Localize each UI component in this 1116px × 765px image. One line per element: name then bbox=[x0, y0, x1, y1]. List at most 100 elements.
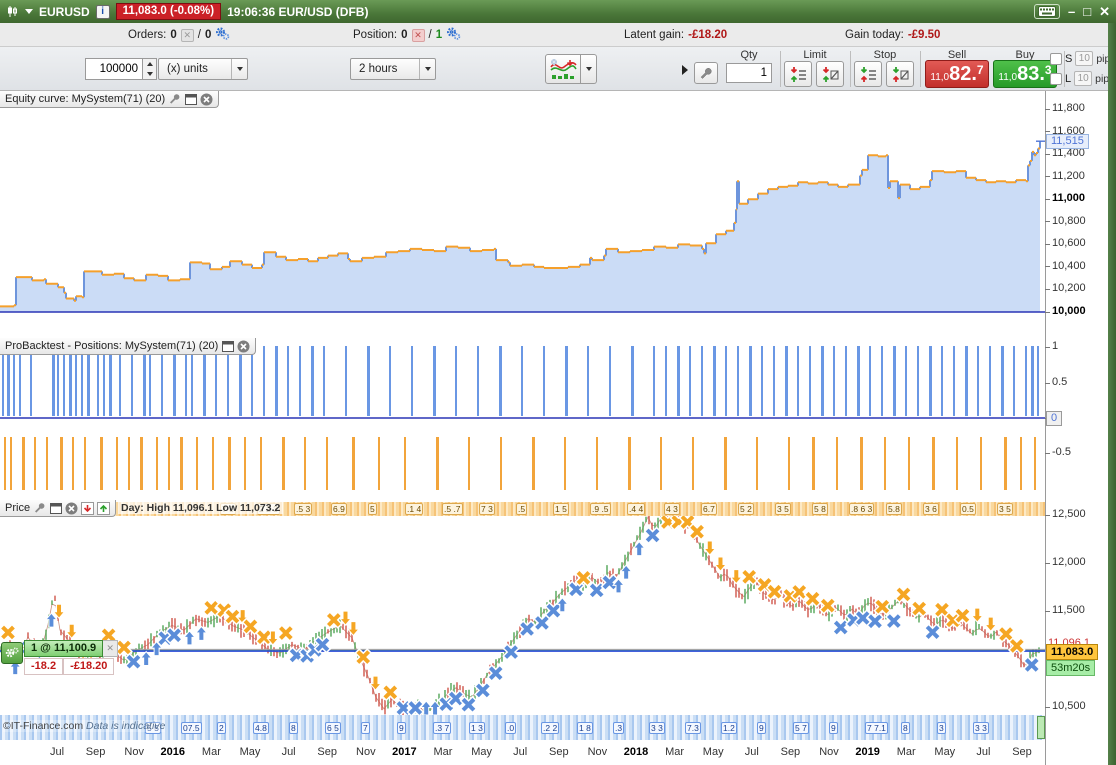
stop-order-button-2[interactable] bbox=[886, 61, 914, 87]
gain-today-label: Gain today: bbox=[845, 29, 904, 41]
trade-pips-token: 3 3 bbox=[973, 722, 989, 734]
orders-open-count: 0 bbox=[170, 29, 177, 41]
trade-result-token: 3 5 bbox=[775, 503, 791, 515]
qty-input[interactable] bbox=[726, 63, 772, 83]
buy-shortcut-icon[interactable] bbox=[97, 501, 111, 515]
time-axis-label: Mar bbox=[201, 746, 221, 758]
order-settings-button[interactable] bbox=[694, 62, 718, 84]
title-bar: EURUSD i 11,083.0 (-0.08%) 19:06:36 EUR/… bbox=[0, 0, 1116, 23]
close-panel-icon[interactable] bbox=[237, 340, 250, 353]
trade-result-token: .1 4 bbox=[405, 503, 424, 515]
trade-pips-token: .2 2 bbox=[541, 722, 560, 734]
keyboard-icon[interactable] bbox=[1034, 4, 1060, 19]
wrench-icon[interactable] bbox=[168, 93, 181, 106]
quantity-down-icon[interactable] bbox=[143, 69, 156, 79]
price-panel-tab[interactable]: Price bbox=[0, 500, 117, 517]
minimize-button[interactable]: – bbox=[1068, 5, 1075, 18]
stop-pips-value[interactable]: 10 bbox=[1075, 51, 1094, 66]
price-panel-title: Price bbox=[5, 502, 31, 514]
open-position-badge[interactable]: 1 @ 11,100.9 ✕ bbox=[24, 640, 119, 657]
equity-current-badge: 11,515 bbox=[1046, 134, 1089, 149]
trade-pips-token: .3 bbox=[613, 722, 625, 734]
position-close-icon[interactable]: ✕ bbox=[411, 28, 425, 42]
chart-style-icon bbox=[550, 59, 577, 79]
positions-axis-label: 0.5 bbox=[1052, 376, 1068, 388]
chart-style-caret[interactable] bbox=[581, 54, 597, 84]
trade-result-token: .9 .5 bbox=[590, 503, 611, 515]
equity-panel-tab[interactable]: Equity curve: MySystem(71) (20) bbox=[0, 91, 220, 108]
close-panel-icon[interactable] bbox=[65, 502, 78, 515]
stop-checkbox[interactable] bbox=[1050, 52, 1062, 65]
detach-window-icon[interactable] bbox=[49, 502, 62, 515]
close-button[interactable]: ✕ bbox=[1099, 5, 1110, 18]
time-axis-label: Sep bbox=[317, 746, 337, 758]
time-axis-label: Sep bbox=[780, 746, 801, 758]
open-pl-row: -18.2 -£18.20 bbox=[24, 658, 115, 675]
time-axis-label: 2016 bbox=[160, 746, 186, 758]
trade-result-token: .5 3 bbox=[294, 503, 313, 515]
orders-cancel-icon[interactable]: ✕ bbox=[180, 28, 194, 42]
latent-gain-label: Latent gain: bbox=[624, 29, 685, 41]
trade-result-token: 3 5 bbox=[997, 503, 1013, 515]
trade-pips-token: 1.2 bbox=[721, 722, 737, 734]
positions-chart[interactable] bbox=[0, 338, 1045, 500]
equity-chart[interactable] bbox=[0, 91, 1045, 338]
wrench-icon[interactable] bbox=[33, 502, 46, 515]
qty-label: Qty bbox=[740, 49, 758, 61]
time-axis-label: Sep bbox=[549, 746, 569, 758]
status-bar: Orders: 0 ✕ / 0 Position: 0 ✕ / 1 Latent… bbox=[0, 23, 1108, 47]
price-axis-label: 12,000 bbox=[1052, 556, 1086, 568]
gain-today-value: -£9.50 bbox=[907, 29, 941, 41]
time-axis-label: 2017 bbox=[392, 746, 417, 758]
position-label: Position: bbox=[353, 29, 398, 41]
close-position-icon[interactable]: ✕ bbox=[103, 640, 119, 657]
trade-pips-token: 9 bbox=[757, 722, 766, 734]
limit-order-button-2[interactable] bbox=[816, 61, 844, 87]
limit-checkbox[interactable] bbox=[1050, 72, 1062, 85]
trade-pips-token: 9 bbox=[829, 722, 838, 734]
trade-pips-token: .0 bbox=[505, 722, 517, 734]
chart-style-button[interactable] bbox=[545, 54, 581, 84]
timeframe-caret-icon bbox=[419, 59, 435, 79]
trade-pips-token: 5 7 bbox=[793, 722, 809, 734]
trade-pips-token: 6 5 bbox=[325, 722, 341, 734]
equity-axis-label: 10,600 bbox=[1052, 237, 1086, 250]
indicative-text: Data is indicative bbox=[86, 720, 166, 732]
close-panel-icon[interactable] bbox=[200, 93, 213, 106]
trade-result-token: 5 bbox=[368, 503, 377, 515]
trade-result-token: 5.8 bbox=[886, 503, 902, 515]
limit-pips-value[interactable]: 10 bbox=[1074, 71, 1093, 86]
positions-panel-tab[interactable]: ProBacktest - Positions: MySystem(71) (2… bbox=[0, 338, 257, 355]
time-axis-label: Nov bbox=[124, 746, 144, 758]
detach-window-icon[interactable] bbox=[221, 340, 234, 353]
time-axis-label: May bbox=[239, 746, 261, 758]
time-axis-label: Sep bbox=[1012, 746, 1032, 758]
timeframe-select[interactable]: 2 hours bbox=[350, 58, 436, 80]
sell-shortcut-icon[interactable] bbox=[81, 501, 95, 515]
gain-today-group: Gain today: -£9.50 bbox=[845, 23, 940, 47]
limit-order-button-1[interactable] bbox=[784, 61, 812, 87]
buy-button[interactable]: 11,0 83. 3 bbox=[993, 60, 1057, 88]
time-axis-label: Jul bbox=[744, 746, 759, 758]
trade-result-token: .8 6 3 bbox=[849, 503, 875, 515]
stop-order-button-1[interactable] bbox=[854, 61, 882, 87]
position-settings-icon[interactable] bbox=[446, 27, 461, 43]
info-button[interactable]: i bbox=[95, 4, 110, 19]
time-axis-label: 2018 bbox=[623, 746, 649, 758]
trade-result-token: 1 5 bbox=[553, 503, 569, 515]
stop-check-label: S bbox=[1065, 52, 1073, 65]
latent-gain-group: Latent gain: -£18.20 bbox=[624, 23, 727, 47]
detach-window-icon[interactable] bbox=[184, 93, 197, 106]
symbol-dropdown-caret[interactable] bbox=[25, 9, 33, 14]
quantity-up-icon[interactable] bbox=[143, 59, 156, 69]
maximize-button[interactable]: □ bbox=[1083, 5, 1091, 18]
units-select[interactable]: (x) units bbox=[158, 58, 248, 80]
sell-button[interactable]: 11,0 82. 7 bbox=[925, 60, 989, 88]
position-tools-icon[interactable] bbox=[1, 642, 23, 664]
collapse-panel-icon[interactable] bbox=[682, 65, 688, 75]
equity-panel: Equity curve: MySystem(71) (20) 11,800 11… bbox=[0, 91, 1108, 338]
quantity-input[interactable] bbox=[85, 58, 143, 80]
trade-result-token: 5 8 bbox=[812, 503, 828, 515]
stop-label: Stop bbox=[873, 49, 897, 61]
orders-settings-icon[interactable] bbox=[215, 27, 230, 43]
